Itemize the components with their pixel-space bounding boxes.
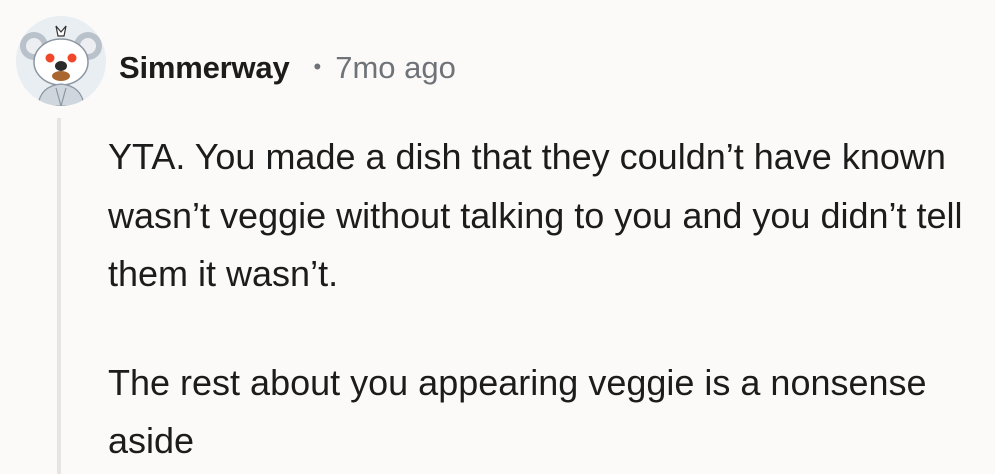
comment: Simmerway • 7mo ago YTA. You made a dish… xyxy=(0,0,995,474)
meta-separator: • xyxy=(313,54,322,79)
timestamp-link[interactable]: 7mo ago xyxy=(335,50,456,86)
snoo-koala-avatar-icon xyxy=(16,16,106,106)
user-avatar[interactable] xyxy=(16,16,106,106)
thread-line[interactable] xyxy=(57,118,61,474)
username-link[interactable]: Simmerway xyxy=(119,50,290,86)
comment-paragraph: YTA. You made a dish that they couldn’t … xyxy=(108,136,963,294)
comment-paragraph: The rest about you appearing veggie is a… xyxy=(108,361,927,462)
comment-body: YTA. You made a dish that they couldn’t … xyxy=(108,128,968,471)
comment-header: Simmerway • 7mo ago xyxy=(119,48,456,88)
